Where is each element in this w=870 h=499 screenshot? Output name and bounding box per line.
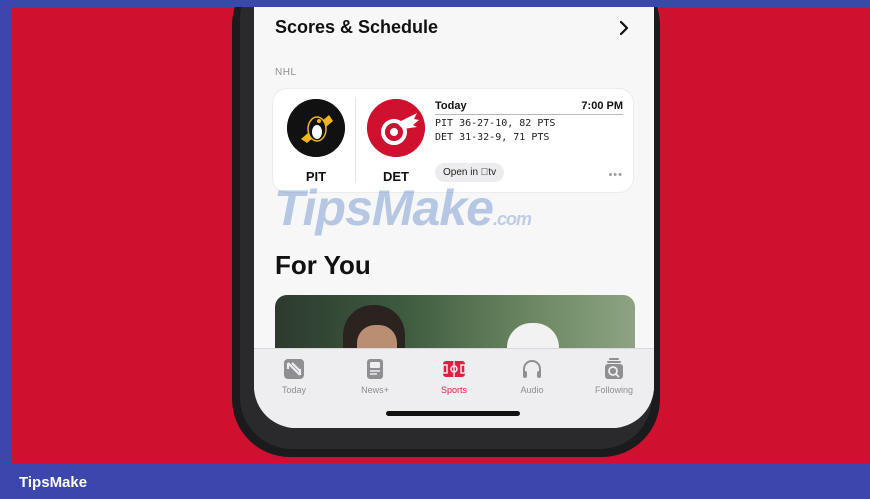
- watermark: TipsMake.com: [274, 179, 532, 237]
- game-card[interactable]: PIT DET Today 7:00 PM PIT 36-27-10, 82 P…: [273, 89, 633, 192]
- phone-screen: Scores & Schedule NHL PIT DET Today 7:00…: [254, 7, 654, 428]
- home-indicator: [386, 411, 520, 416]
- penguins-logo-icon: [287, 99, 345, 157]
- tab-label-sports: Sports: [440, 385, 467, 395]
- tab-news-plus[interactable]: News+: [345, 357, 405, 395]
- team-divider: [355, 97, 356, 183]
- team-pit[interactable]: PIT: [283, 99, 349, 184]
- phone-bezel: Scores & Schedule NHL PIT DET Today 7:00…: [240, 7, 654, 449]
- tab-today[interactable]: Today: [264, 357, 324, 395]
- red-background: Scores & Schedule NHL PIT DET Today 7:00…: [12, 7, 870, 463]
- pit-record: PIT 36-27-10, 82 PTS: [435, 118, 556, 129]
- news-plus-icon: [367, 359, 383, 379]
- footer-bar: TipsMake: [0, 463, 870, 499]
- team-det[interactable]: DET: [363, 99, 429, 184]
- game-time: 7:00 PM: [581, 100, 623, 112]
- section-title-scores[interactable]: Scores & Schedule: [275, 17, 438, 38]
- tab-sports[interactable]: Sports: [424, 357, 484, 395]
- tab-label-audio: Audio: [520, 385, 544, 395]
- tab-bar: Today News+ Sports Audio Following: [254, 348, 654, 428]
- sports-icon: [442, 361, 466, 377]
- tab-label-today: Today: [281, 385, 307, 395]
- more-options-icon[interactable]: •••: [608, 169, 623, 181]
- tab-following[interactable]: Following: [584, 357, 644, 395]
- following-icon: [605, 358, 623, 379]
- det-record: DET 31-32-9, 71 PTS: [435, 132, 550, 143]
- top-frame-border: [0, 0, 870, 7]
- tab-label-following: Following: [594, 385, 634, 395]
- watermark-suffix: .com: [492, 209, 532, 229]
- watermark-text: TipsMake: [274, 180, 494, 236]
- footer-brand: TipsMake: [19, 474, 88, 491]
- chevron-right-icon[interactable]: [616, 19, 632, 37]
- game-day: Today: [435, 100, 467, 112]
- league-label: NHL: [275, 67, 297, 78]
- game-time-row: Today 7:00 PM: [435, 100, 623, 115]
- tab-label-news-plus: News+: [361, 385, 389, 395]
- red-wings-logo-icon: [367, 99, 425, 157]
- news-icon: [284, 359, 304, 379]
- phone-frame: Scores & Schedule NHL PIT DET Today 7:00…: [232, 7, 660, 457]
- for-you-title: For You: [275, 250, 371, 280]
- tab-audio[interactable]: Audio: [502, 357, 562, 395]
- left-frame-border: [0, 7, 12, 463]
- game-info: Today 7:00 PM PIT 36-27-10, 82 PTS DET 3…: [435, 100, 623, 143]
- headphones-icon: [523, 360, 541, 378]
